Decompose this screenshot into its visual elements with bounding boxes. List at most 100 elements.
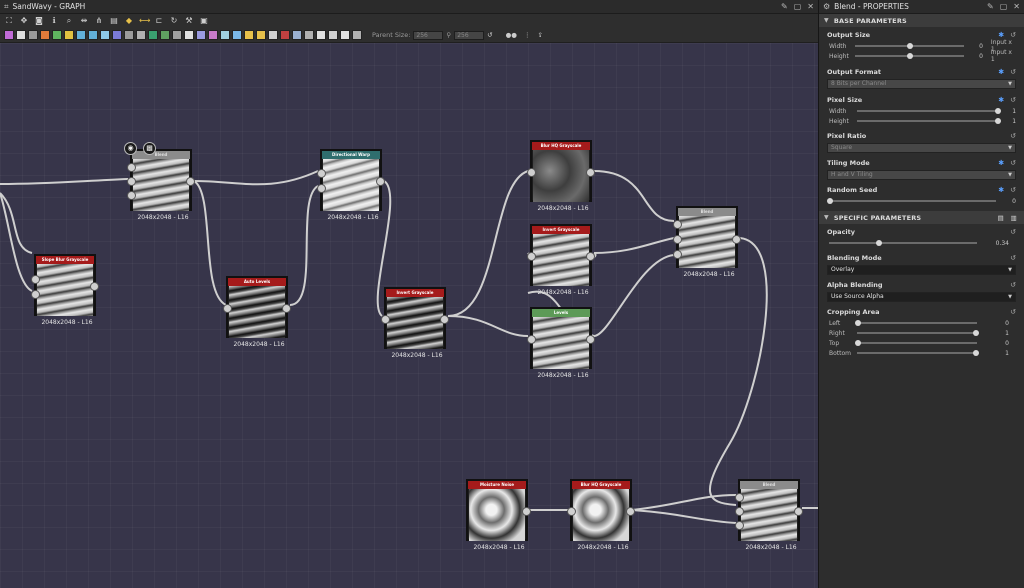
connect-icon[interactable]: ●● (506, 31, 517, 39)
hierarchy-icon[interactable]: ⊏ (154, 16, 164, 26)
frame-icon[interactable]: ▣ (199, 16, 209, 26)
node-library-button[interactable] (280, 30, 290, 40)
screenshot-icon[interactable]: ◙ (34, 16, 44, 26)
node-library-button[interactable] (316, 30, 326, 40)
node-library-button[interactable] (220, 30, 230, 40)
opacity-value[interactable]: 0.34 (977, 240, 1009, 247)
input-port[interactable] (317, 169, 326, 178)
crop-top-slider[interactable] (855, 339, 977, 346)
input-port[interactable] (31, 275, 40, 284)
node-library-button[interactable] (304, 30, 314, 40)
output-port[interactable] (440, 315, 449, 324)
link-icon[interactable]: ✱ (998, 68, 1004, 76)
input-port[interactable] (127, 163, 136, 172)
tools-icon[interactable]: ⚒ (184, 16, 194, 26)
link-icon[interactable]: ⟷ (139, 16, 150, 26)
node-library-button[interactable] (4, 30, 14, 40)
link-icon[interactable]: ✱ (998, 31, 1004, 39)
output-port[interactable] (732, 235, 741, 244)
crop-right-slider[interactable] (857, 329, 979, 336)
node-moisture-noise[interactable]: Moisture Noise 2048x2048 - L16 (466, 479, 531, 551)
slider-knob[interactable] (906, 42, 913, 49)
node-directional-warp[interactable]: Directional Warp 2048x2048 - L16 (317, 149, 385, 221)
output-port[interactable] (586, 335, 595, 344)
node-library-button[interactable] (196, 30, 206, 40)
crop-bottom-slider[interactable] (857, 349, 979, 356)
paste-icon[interactable]: ▥ (1011, 214, 1017, 222)
reset-icon[interactable]: ↺ (1010, 228, 1016, 236)
input-port[interactable] (735, 493, 744, 502)
link-icon[interactable]: ✱ (998, 159, 1004, 167)
reset-icon[interactable]: ↺ (1010, 308, 1016, 316)
output-format-dropdown[interactable]: 8 Bits per Channel ▼ (827, 79, 1016, 89)
node-levels[interactable]: Levels 2048x2048 - L16 (527, 307, 595, 379)
width-value[interactable]: 0 (964, 43, 983, 50)
reset-icon[interactable]: ↺ (1010, 186, 1016, 194)
node-library-button[interactable] (40, 30, 50, 40)
input-port[interactable] (127, 191, 136, 200)
node-library-button[interactable] (184, 30, 194, 40)
slider-knob[interactable] (994, 117, 1001, 124)
node-library-button[interactable] (160, 30, 170, 40)
base-parameters-header[interactable]: ▼ BASE PARAMETERS (819, 14, 1024, 27)
slider-knob[interactable] (994, 107, 1001, 114)
input-port[interactable] (381, 315, 390, 324)
align-icon[interactable]: ⇹ (79, 16, 89, 26)
size-dropdown[interactable]: 256 (454, 30, 485, 40)
output-port[interactable] (186, 177, 195, 186)
slider-knob[interactable] (973, 329, 979, 336)
top-value[interactable]: 0 (977, 340, 1009, 347)
output-port[interactable] (586, 168, 595, 177)
fit-icon[interactable]: ⛶ (4, 16, 14, 26)
node-library-button[interactable] (124, 30, 134, 40)
node-library-button[interactable] (208, 30, 218, 40)
node-preview-icon[interactable]: ◉ (124, 142, 137, 155)
share-icon[interactable]: ⋔ (94, 16, 104, 26)
maximize-icon[interactable]: ▢ (1000, 2, 1008, 11)
output-port[interactable] (90, 282, 99, 291)
slider-knob[interactable] (827, 197, 833, 204)
search-icon[interactable]: ⌕ (64, 16, 74, 26)
lock-icon[interactable]: ⚲ (446, 31, 451, 39)
node-library-button[interactable] (292, 30, 302, 40)
reset-icon[interactable]: ↺ (1010, 254, 1016, 262)
slider-knob[interactable] (876, 239, 883, 246)
node-blend[interactable]: Blend 2048x2048 - L16 (735, 479, 803, 551)
pan-icon[interactable]: ✥ (19, 16, 29, 26)
node-library-button[interactable] (16, 30, 26, 40)
link-icon[interactable]: ✱ (998, 96, 1004, 104)
output-port[interactable] (282, 304, 291, 313)
node-library-button[interactable] (148, 30, 158, 40)
input-port[interactable] (527, 168, 536, 177)
input-port[interactable] (317, 184, 326, 193)
pixel-width-slider[interactable] (856, 107, 1001, 114)
output-port[interactable] (794, 507, 803, 516)
node-library-button[interactable] (352, 30, 362, 40)
reset-icon[interactable]: ↺ (1010, 159, 1016, 167)
link-icon[interactable]: ✱ (998, 186, 1004, 194)
input-port[interactable] (567, 507, 576, 516)
opacity-slider[interactable] (829, 239, 977, 246)
node-alpha-icon[interactable]: ▩ (143, 142, 156, 155)
output-port[interactable] (626, 507, 635, 516)
node-invert-grayscale[interactable]: Invert Grayscale 2048x2048 - L16 (527, 224, 595, 296)
input-port[interactable] (527, 252, 536, 261)
node-library-button[interactable] (328, 30, 338, 40)
pin-icon[interactable]: ✎ (781, 2, 788, 11)
node-auto-levels[interactable]: Auto Levels 2048x2048 - L16 (223, 276, 291, 348)
alpha-blending-dropdown[interactable]: Use Source Alpha ▼ (827, 292, 1016, 302)
refresh-icon[interactable]: ↻ (169, 16, 179, 26)
input-port[interactable] (735, 521, 744, 530)
node-blur-hq-grayscale[interactable]: Blur HQ Grayscale 2048x2048 - L16 (527, 140, 595, 212)
tiling-mode-dropdown[interactable]: H and V Tiling ▼ (827, 170, 1016, 180)
input-port[interactable] (735, 507, 744, 516)
node-blur-hq-grayscale[interactable]: Blur HQ Grayscale 2048x2048 - L16 (567, 479, 635, 551)
node-invert-grayscale[interactable]: Invert Grayscale 2048x2048 - L16 (381, 287, 449, 359)
close-icon[interactable]: ✕ (1013, 2, 1020, 11)
input-port[interactable] (673, 220, 682, 229)
node-library-button[interactable] (100, 30, 110, 40)
output-width-slider[interactable] (855, 42, 965, 49)
specific-parameters-header[interactable]: ▼ SPECIFIC PARAMETERS ▤ ▥ (819, 211, 1024, 224)
copy-icon[interactable]: ▤ (998, 214, 1004, 222)
input-port[interactable] (223, 304, 232, 313)
